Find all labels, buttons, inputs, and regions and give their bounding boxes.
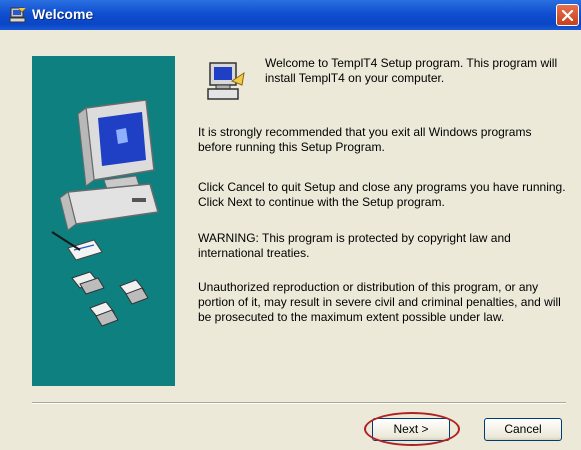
close-icon: [562, 10, 573, 21]
setup-computer-icon: [207, 62, 245, 100]
legal-notice-text: Unauthorized reproduction or distributio…: [198, 280, 561, 324]
setup-app-icon: [9, 7, 27, 23]
wizard-side-panel: [32, 56, 175, 386]
title-bar[interactable]: Welcome: [0, 0, 581, 30]
warning-text: WARNING: This program is protected by co…: [198, 231, 511, 260]
window-title: Welcome: [32, 6, 94, 22]
button-divider: [32, 402, 566, 404]
computer-illustration-icon: [51, 100, 159, 327]
setup-dialog: Welcome Welcome to TemplT4 Setup program…: [0, 0, 581, 450]
welcome-intro-text: Welcome to TemplT4 Setup program. This p…: [265, 56, 558, 85]
close-button[interactable]: [556, 4, 579, 26]
recommendation-text: It is strongly recommended that you exit…: [198, 125, 532, 154]
instructions-text: Click Cancel to quit Setup and close any…: [198, 180, 566, 209]
next-button-highlight-circle: [364, 412, 460, 446]
cancel-button[interactable]: Cancel: [484, 418, 562, 441]
